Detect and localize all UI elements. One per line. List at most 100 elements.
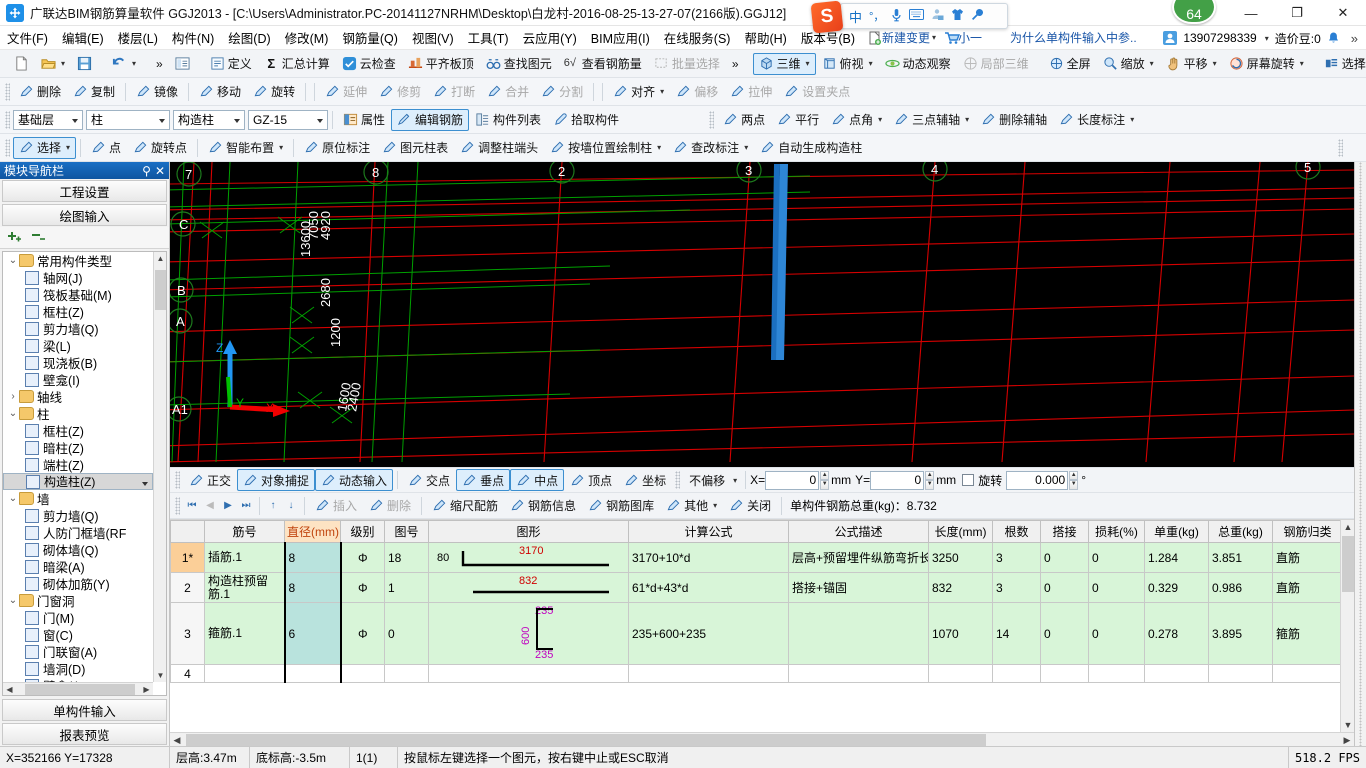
axis-btn-5-caret-icon[interactable]: ▾ bbox=[1130, 115, 1134, 124]
ime-settings-icon[interactable] bbox=[971, 8, 984, 24]
cell-figno[interactable]: 18 bbox=[384, 542, 429, 573]
table-row[interactable]: 4 bbox=[170, 664, 1354, 683]
cell-length[interactable] bbox=[928, 664, 993, 683]
view-rebar-amount-button[interactable]: 6√ 查看钢筋量 bbox=[558, 53, 648, 75]
cell-lap[interactable]: 0 bbox=[1040, 602, 1089, 665]
draw-btn-4[interactable]: 原位标注 bbox=[298, 137, 376, 159]
dynamic-observe-button[interactable]: 动态观察 bbox=[879, 53, 957, 75]
draw-btn-8-caret-icon[interactable]: ▾ bbox=[744, 143, 748, 152]
modify-btn-2[interactable]: 镜像 bbox=[130, 81, 184, 103]
cell-unitw[interactable] bbox=[1144, 664, 1209, 683]
table-hscroll-thumb[interactable] bbox=[186, 734, 986, 746]
define-button[interactable]: 定义 bbox=[204, 53, 258, 75]
tree-horizontal-scrollbar[interactable]: ◀ ▶ bbox=[3, 682, 153, 695]
table-header-class[interactable]: 钢筋归类 bbox=[1272, 520, 1343, 543]
tree-item-16[interactable]: 人防门框墙(RF bbox=[3, 524, 153, 541]
menu-item-5[interactable]: 修改(M) bbox=[278, 26, 336, 49]
draw-btn-8[interactable]: 查改标注 ▾ bbox=[667, 137, 754, 159]
tree-item-21[interactable]: 门(M) bbox=[3, 609, 153, 626]
summary-calc-button[interactable]: Σ 汇总计算 bbox=[258, 53, 336, 75]
table-vscroll-thumb[interactable] bbox=[1342, 536, 1354, 592]
snap-btn-3[interactable]: 交点 bbox=[402, 469, 456, 491]
ime-mode-chinese[interactable]: 中 bbox=[849, 7, 862, 26]
new-document-icon[interactable] bbox=[868, 31, 882, 45]
account-caret-icon[interactable]: ▾ bbox=[1265, 34, 1269, 43]
ime-mic-icon[interactable] bbox=[891, 8, 902, 25]
cell-shape[interactable]: 80 3170 bbox=[428, 542, 629, 573]
cell-count[interactable] bbox=[992, 664, 1041, 683]
next-row-button[interactable]: ▶ bbox=[219, 497, 237, 515]
minimize-button[interactable]: — bbox=[1228, 0, 1274, 26]
chevron-right-icon[interactable]: › bbox=[7, 391, 19, 402]
snap-btn-4[interactable]: 垂点 bbox=[456, 469, 511, 491]
tree-item-15[interactable]: 剪力墙(Q) bbox=[3, 507, 153, 524]
nav-tab-single-member-input[interactable]: 单构件输入 bbox=[2, 699, 167, 721]
cart-icon[interactable] bbox=[944, 31, 961, 45]
account-phone[interactable]: 13907298339 bbox=[1183, 31, 1256, 45]
snap-btn-6[interactable]: 顶点 bbox=[564, 469, 618, 491]
table-header-desc[interactable]: 公式描述 bbox=[788, 520, 929, 543]
move-up-button[interactable]: ↑ bbox=[264, 497, 282, 515]
promo-link[interactable]: 为什么单构件输入中参.. bbox=[1010, 29, 1137, 46]
rebar-btn-2[interactable]: 缩尺配筋 bbox=[426, 495, 504, 517]
offset-mode-label[interactable]: 不偏移 bbox=[683, 469, 731, 491]
snap-btn-1[interactable]: 对象捕捉 bbox=[237, 469, 316, 491]
cell-totalw[interactable]: 3.895 bbox=[1208, 602, 1273, 665]
ime-toolbox-icon[interactable] bbox=[931, 8, 944, 24]
axis-btn-4[interactable]: 删除辅轴 bbox=[975, 109, 1053, 131]
cell-idx[interactable]: 1* bbox=[170, 542, 205, 573]
table-header-totalw[interactable]: 总重(kg) bbox=[1208, 520, 1273, 543]
toolbar-draw-grip-end[interactable] bbox=[1338, 138, 1343, 157]
cell-lap[interactable]: 0 bbox=[1040, 572, 1089, 603]
draw-btn-9[interactable]: 自动生成构造柱 bbox=[754, 137, 868, 159]
modify-btn-3[interactable]: 移动 bbox=[193, 81, 247, 103]
snap-btn-7[interactable]: 坐标 bbox=[618, 469, 672, 491]
tree-item-11[interactable]: 暗柱(Z) bbox=[3, 439, 153, 456]
tree-item-12[interactable]: 端柱(Z) bbox=[3, 456, 153, 473]
save-file-button[interactable] bbox=[71, 53, 98, 75]
cart-label[interactable]: 小一 bbox=[958, 29, 982, 46]
offset-group-grip[interactable] bbox=[675, 471, 681, 489]
rotate-spinner[interactable]: ▲ ▼ bbox=[1069, 470, 1079, 490]
view-top-button[interactable]: 俯视 ▾ bbox=[816, 53, 879, 75]
new-file-button[interactable] bbox=[8, 53, 35, 75]
new-change-caret-icon[interactable]: ▾ bbox=[932, 33, 936, 42]
cell-unitw[interactable]: 1.284 bbox=[1144, 542, 1209, 573]
nav-tab-report-preview[interactable]: 报表预览 bbox=[2, 723, 167, 745]
x-input[interactable]: 0 bbox=[765, 470, 820, 490]
pick-member-button[interactable]: 拾取构件 bbox=[547, 109, 625, 131]
nav-tab-drawing-input[interactable]: 绘图输入 bbox=[2, 204, 167, 226]
draw-btn-3-caret-icon[interactable]: ▾ bbox=[279, 143, 283, 152]
table-header-length[interactable]: 长度(mm) bbox=[928, 520, 993, 543]
menu-item-2[interactable]: 楼层(L) bbox=[111, 26, 165, 49]
draw-btn-6[interactable]: 调整柱端头 bbox=[454, 137, 544, 159]
expand-all-icon[interactable] bbox=[6, 229, 22, 246]
rebar-toolbar-grip[interactable] bbox=[175, 496, 180, 515]
tree-item-23[interactable]: 门联窗(A) bbox=[3, 643, 153, 660]
tree-scroll-down-icon[interactable]: ▼ bbox=[154, 669, 166, 682]
component-tree[interactable]: ⌄ 常用构件类型 轴网(J) 筏板基础(M) 框柱(Z) 剪力墙(Q) 梁(L) 现浇板(B)… bbox=[2, 251, 167, 696]
axis-btn-5[interactable]: 长度标注 ▾ bbox=[1053, 109, 1140, 131]
properties-panel-button[interactable] bbox=[169, 53, 196, 75]
cell-dia[interactable]: 8 bbox=[283, 572, 342, 603]
tree-scroll-left-icon[interactable]: ◀ bbox=[3, 683, 16, 695]
table-header-unitw[interactable]: 单重(kg) bbox=[1144, 520, 1209, 543]
ime-punctuation-icon[interactable]: °， bbox=[869, 8, 884, 24]
draw-btn-7-caret-icon[interactable]: ▾ bbox=[657, 143, 661, 152]
first-row-button[interactable]: ⏮ bbox=[183, 497, 201, 515]
chevron-down-icon[interactable]: ⌄ bbox=[7, 493, 19, 504]
tree-item-20[interactable]: ⌄ 门窗洞 bbox=[3, 592, 153, 609]
cell-dia[interactable]: 8 bbox=[283, 542, 342, 573]
menu-item-11[interactable]: 在线服务(S) bbox=[657, 26, 738, 49]
offset-mode-caret-icon[interactable]: ▾ bbox=[733, 476, 737, 485]
draw-btn-1[interactable]: 点 bbox=[85, 137, 127, 159]
rotate-input[interactable]: 0.000 bbox=[1006, 470, 1069, 490]
menu-item-4[interactable]: 绘图(D) bbox=[221, 26, 277, 49]
cell-figno[interactable] bbox=[384, 664, 429, 683]
table-header-figno[interactable]: 图号 bbox=[384, 520, 429, 543]
cell-lap[interactable] bbox=[1040, 664, 1089, 683]
member-list-button[interactable]: 构件列表 bbox=[469, 109, 547, 131]
table-scroll-up-icon[interactable]: ▲ bbox=[1341, 520, 1354, 534]
table-row[interactable]: 1* 插筋.1 8 Φ 18 80 3170 3170+10*d 层高+预留埋件纵筋弯折长度 32… bbox=[170, 542, 1354, 573]
cell-class[interactable]: 直筋 bbox=[1272, 542, 1343, 573]
